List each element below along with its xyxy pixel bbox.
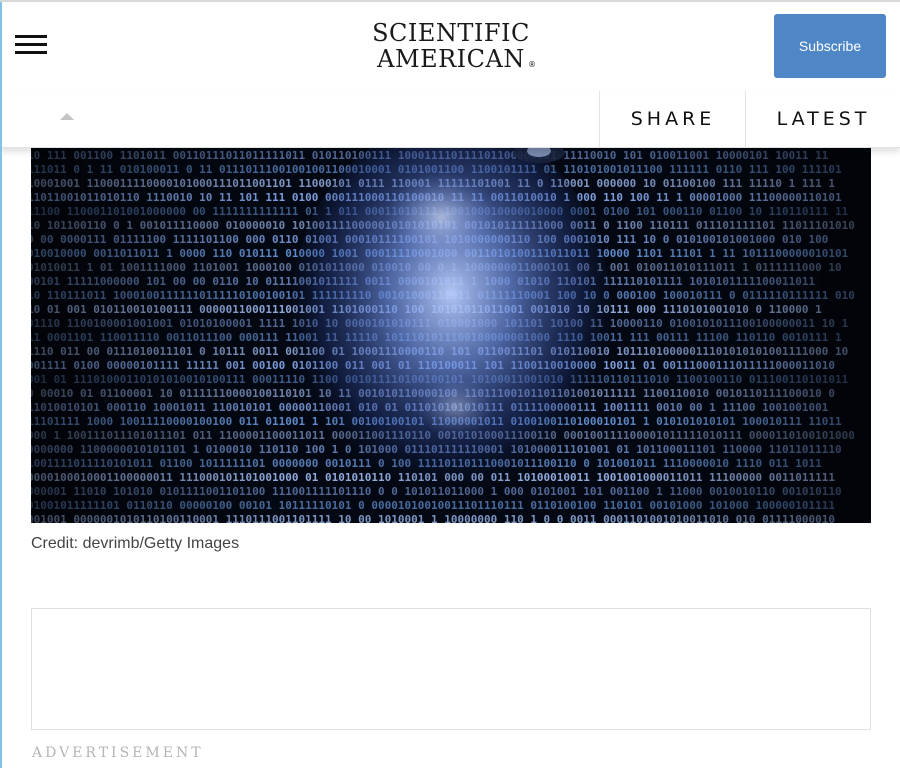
site-header: SCIENTIFIC AMERICAN ® Subscribe (0, 2, 900, 92)
subscribe-button[interactable]: Subscribe (774, 14, 886, 78)
left-scroll-edge (0, 0, 2, 768)
logo-line-1: SCIENTIFIC (372, 19, 530, 47)
share-tab[interactable]: SHARE (599, 91, 746, 147)
chevron-up-icon[interactable] (60, 113, 74, 120)
logo-line-2: AMERICAN (377, 45, 525, 73)
binary-face-illustration: 10 111 001100 1101011 001101110110111110… (31, 147, 871, 523)
sticky-article-bar: SHARE LATEST (0, 91, 900, 148)
hamburger-menu-icon[interactable] (15, 35, 47, 57)
advertisement-label: ADVERTISEMENT (32, 745, 204, 761)
site-logo[interactable]: SCIENTIFIC AMERICAN ® (366, 21, 536, 71)
hero-image: 10 111 001100 1101011 001101110110111110… (31, 147, 871, 523)
registered-mark: ® (528, 60, 536, 69)
image-credit: Credit: devrimb/Getty Images (31, 535, 240, 552)
latest-tab[interactable]: LATEST (745, 91, 900, 147)
advertisement-slot[interactable] (31, 608, 871, 730)
top-border (0, 0, 900, 2)
